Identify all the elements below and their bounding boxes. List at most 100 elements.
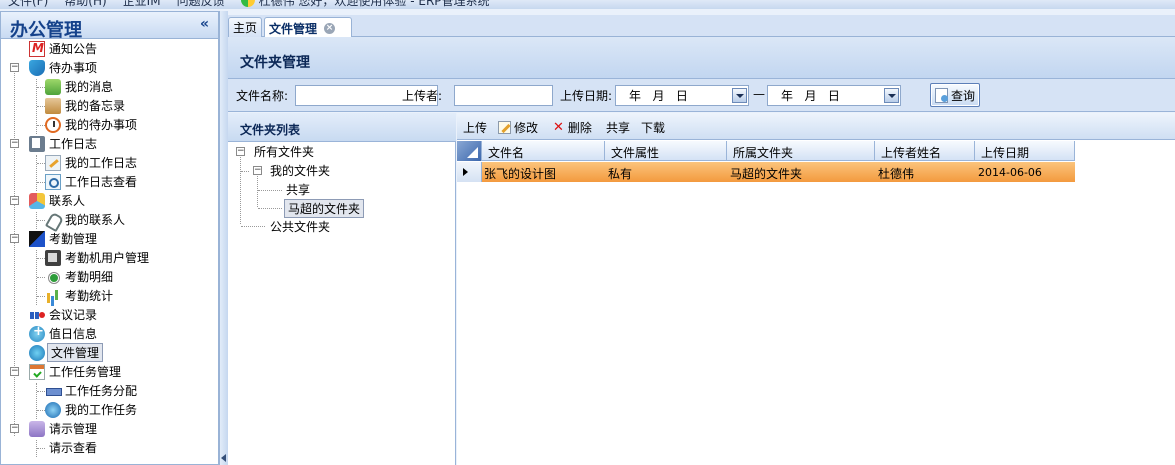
download-button[interactable]: 下载 [641,119,665,135]
nav-item-contacts[interactable]: 联系人 [29,191,87,210]
page-title: 文件夹管理 [240,55,310,71]
nav-item-my-messages[interactable]: 我的消息 [45,77,115,96]
row-indicator-icon [457,162,482,182]
edit-log-icon [45,154,61,171]
user-avatar-icon [240,0,255,7]
menu-bar: 文件(F) 帮助(H) 企业IM 问题反馈 杜德伟 您好，欢迎使用体验 - ER… [0,0,1175,9]
nav-item-my-tasks[interactable]: 我的工作任务 [45,400,139,419]
nav-item-notice[interactable]: 通知公告 [29,39,99,58]
nav-item-my-todo[interactable]: 我的待办事项 [45,115,139,134]
nav-item-todo[interactable]: 待办事项 [29,58,99,77]
collapse-toggle-icon[interactable]: − [10,234,19,243]
nav-item-request-view[interactable]: 请示查看 [45,438,99,457]
column-header-attribute[interactable]: 文件属性 [605,141,727,161]
nav-item-attendance-detail[interactable]: 考勤明细 [45,267,115,286]
nav-splitter[interactable] [219,11,228,465]
collapse-toggle-icon[interactable]: − [253,166,262,175]
report-icon [29,420,45,437]
message-icon [45,78,61,95]
edit-icon [498,120,511,134]
nav-item-my-contacts[interactable]: 我的联系人 [45,210,127,229]
attendance-icon [29,230,45,247]
collapse-toggle-icon[interactable]: − [10,139,19,148]
share-button[interactable]: 共享 [606,119,630,135]
cell-attribute: 私有 [608,167,633,181]
file-toolbar: 上传 修改 ✕ 删除 共享 下载 [457,113,1175,140]
person-icon [45,212,61,228]
search-bar: 文件名称: 上传者: 上传日期: 年 月 日 — 年 月 日 查询 [228,79,1175,112]
folder-all[interactable]: 所有文件夹 [250,142,316,161]
cell-uploader: 杜德伟 [878,167,915,181]
collapse-toggle-icon[interactable]: − [10,367,19,376]
menu-feedback[interactable]: 问题反馈 [177,0,225,9]
nav-item-task-assign[interactable]: 工作任务分配 [45,381,139,400]
folder-shared[interactable]: 共享 [282,180,312,199]
column-header-folder[interactable]: 所属文件夹 [727,141,875,161]
bar-chart-icon [45,288,61,304]
duty-icon [29,324,45,342]
date-to-picker[interactable]: 年 月 日 [767,85,901,106]
date-range-separator: — [753,87,765,101]
shield-icon [29,59,45,76]
collapse-nav-icon[interactable]: « [200,16,209,32]
uploader-label: 上传者: [402,89,443,103]
folder-public[interactable]: 公共文件夹 [266,217,332,236]
collapse-toggle-icon[interactable]: − [10,196,19,205]
menu-file[interactable]: 文件(F) [8,0,48,9]
view-log-icon [45,173,61,190]
delete-icon: ✕ [553,119,564,135]
folder-mine[interactable]: 我的文件夹 [266,161,332,180]
nav-item-file-manager[interactable]: 文件管理 [29,343,104,362]
detail-icon [45,269,61,285]
tab-home[interactable]: 主页 [228,17,262,37]
assign-icon [45,383,62,399]
nav-item-attendance-stats[interactable]: 考勤统计 [45,286,115,305]
column-header-filename[interactable]: 文件名 [482,141,605,161]
my-task-icon [45,401,61,418]
collapse-arrow-icon[interactable] [221,454,226,462]
nav-item-worklog-view[interactable]: 工作日志查看 [45,172,139,191]
dropdown-arrow-icon[interactable] [732,88,747,103]
nav-item-my-memo[interactable]: 我的备忘录 [45,96,127,115]
folder-machao[interactable]: 马超的文件夹 [282,199,365,218]
menu-im[interactable]: 企业IM [123,0,161,9]
cell-filename: 张飞的设计图 [484,167,557,181]
nav-header: 办公管理 « [0,11,219,41]
nav-item-tasks[interactable]: 工作任务管理 [29,362,123,381]
column-header-uploader[interactable]: 上传者姓名 [875,141,975,161]
tab-strip: 主页 文件管理 × [228,15,1175,38]
page-header: 文件夹管理 [228,37,1175,79]
table-row[interactable]: 张飞的设计图 私有 马超的文件夹 杜德伟 2014-06-06 [457,162,1075,182]
upload-button[interactable]: 上传 [463,119,487,135]
memo-icon [45,97,61,114]
edit-button[interactable]: 修改 [498,119,538,135]
tree-line [36,383,37,419]
collapse-toggle-icon[interactable]: − [236,147,245,156]
delete-button[interactable]: ✕ 删除 [553,119,592,135]
alarm-clock-icon [45,116,61,133]
nav-item-attendance[interactable]: 考勤管理 [29,229,99,248]
nav-item-meetings[interactable]: 会议记录 [29,305,99,324]
dropdown-arrow-icon[interactable] [884,88,899,103]
user-greeting: 杜德伟 您好，欢迎使用体验 - ERP管理系统 [258,0,490,8]
collapse-toggle-icon[interactable]: − [10,63,19,72]
mail-icon [29,40,45,57]
date-from-picker[interactable]: 年 月 日 [615,85,749,106]
close-tab-icon[interactable]: × [324,22,336,34]
folder-tree: − 所有文件夹 − 我的文件夹 共享 马超的文件夹 公共文件夹 [228,142,456,465]
nav-item-device-users[interactable]: 考勤机用户管理 [45,248,151,267]
collapse-toggle-icon[interactable]: − [10,424,19,433]
nav-item-my-worklog[interactable]: 我的工作日志 [45,153,139,172]
nav-item-requests[interactable]: 请示管理 [29,419,99,438]
filename-label: 文件名称: [236,89,289,103]
select-all-corner-icon[interactable] [457,141,482,161]
nav-item-worklog[interactable]: 工作日志 [29,134,99,153]
uploader-input[interactable] [454,85,553,106]
menu-help[interactable]: 帮助(H) [64,0,106,9]
tab-file-manager[interactable]: 文件管理 × [264,17,352,38]
query-button[interactable]: 查询 [930,83,981,107]
tree-line [14,66,15,436]
nav-item-duty[interactable]: 值日信息 [29,324,99,343]
file-grid-panel: 上传 修改 ✕ 删除 共享 下载 文件名 文件属性 所属文件夹 上传者姓名 上传… [457,113,1175,465]
column-header-date[interactable]: 上传日期 [975,141,1075,161]
